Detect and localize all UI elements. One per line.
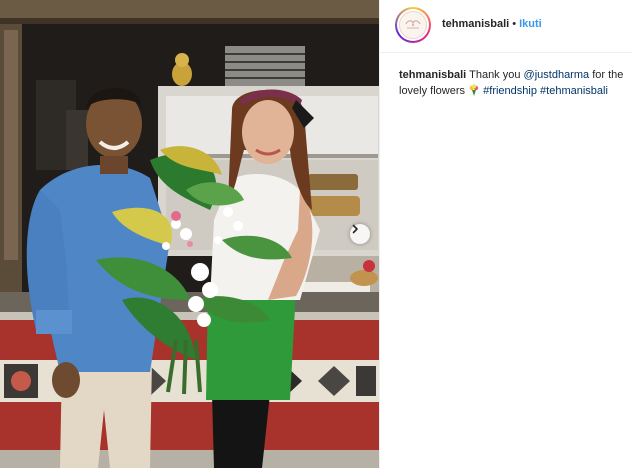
next-photo-button[interactable] xyxy=(350,224,370,244)
follow-button[interactable]: Ikuti xyxy=(519,18,542,30)
mention-link[interactable]: @justdharma xyxy=(524,69,590,81)
avatar[interactable] xyxy=(395,7,431,43)
bouquet-emoji-icon xyxy=(469,84,479,96)
instagram-post-embed: tehmanisbali • Ikuti tehmanisbali Thank yo… xyxy=(0,0,632,468)
separator-dot: • xyxy=(512,18,517,30)
chevron-right-icon xyxy=(352,224,358,234)
caption-text-start: Thank you xyxy=(469,69,521,81)
post-side-panel: tehmanisbali • Ikuti tehmanisbali Thank yo… xyxy=(379,0,632,468)
hashtag-tehmanisbali-link[interactable]: #tehmanisbali xyxy=(540,85,608,97)
hashtag-friendship-link[interactable]: #friendship xyxy=(483,85,537,97)
avatar-logo-image xyxy=(399,11,427,39)
post-photo[interactable] xyxy=(0,0,379,468)
username-link[interactable]: tehmanisbali xyxy=(442,18,509,30)
post-header: tehmanisbali • Ikuti xyxy=(380,0,632,53)
header-text: tehmanisbali • Ikuti xyxy=(442,18,542,30)
teh-manis-logo-icon xyxy=(405,20,421,29)
photo-scene xyxy=(0,0,379,468)
caption-username-link[interactable]: tehmanisbali xyxy=(399,69,466,81)
post-caption: tehmanisbali Thank you @justdharma for t… xyxy=(399,67,627,99)
